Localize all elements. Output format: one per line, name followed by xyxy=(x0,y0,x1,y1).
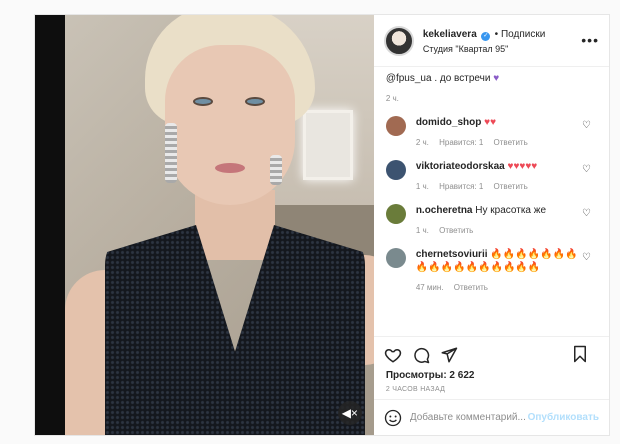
comment-composer: Опубликовать xyxy=(373,399,609,435)
post-actions xyxy=(373,336,609,372)
author-username[interactable]: kekeliavera xyxy=(423,29,477,40)
right-earring xyxy=(270,155,282,185)
left-earring xyxy=(165,123,177,183)
comment-item: domido_shop ♥♥ 2 ч. Нравится: 1 Ответить… xyxy=(385,116,597,147)
share-icon[interactable] xyxy=(440,346,458,364)
heart-emoji-icon: ♥♥♥♥♥ xyxy=(507,161,538,172)
follow-status-label: Подписки xyxy=(500,28,546,40)
comment-item: chernetsoviurii 🔥🔥🔥🔥🔥🔥🔥🔥🔥🔥🔥🔥🔥🔥🔥🔥🔥 47 мин… xyxy=(385,248,597,292)
comment-username[interactable]: chernetsoviurii xyxy=(416,249,488,260)
more-options-icon[interactable]: ••• xyxy=(581,33,599,47)
comment-likes[interactable]: Нравится: 1 xyxy=(439,138,483,147)
like-comment-icon[interactable]: ♡ xyxy=(582,252,591,263)
reply-button[interactable]: Ответить xyxy=(494,138,528,147)
comment-username[interactable]: viktoriateodorskaa xyxy=(416,161,505,172)
comment-time[interactable]: 2 ч. xyxy=(416,138,429,147)
like-icon[interactable] xyxy=(384,346,402,364)
comment-username[interactable]: domido_shop xyxy=(416,117,482,128)
comment-time[interactable]: 1 ч. xyxy=(416,182,429,191)
left-eye xyxy=(193,97,213,106)
bookmark-icon[interactable] xyxy=(571,345,589,363)
right-eye xyxy=(245,97,265,106)
smile-icon[interactable] xyxy=(384,409,402,427)
post-sidebar: kekeliavera ✓ • Подписки Студия "Квартал… xyxy=(373,15,609,435)
reply-button[interactable]: Ответить xyxy=(494,182,528,191)
reply-button[interactable]: Ответить xyxy=(454,283,488,292)
comment-avatar[interactable] xyxy=(385,204,406,224)
caption-tail: @fpus_ua . до встречи ♥ xyxy=(386,73,597,84)
comment-avatar[interactable] xyxy=(385,248,406,268)
like-comment-icon[interactable]: ♡ xyxy=(582,120,591,131)
publish-button[interactable]: Опубликовать xyxy=(528,412,599,423)
post-photo[interactable] xyxy=(65,15,374,435)
comment-icon[interactable] xyxy=(412,346,430,364)
comment-input[interactable] xyxy=(409,412,530,423)
post-modal: ◀× kekeliavera ✓ • Подписки Студия "Квар… xyxy=(34,14,610,436)
follow-status-button[interactable]: • Подписки xyxy=(495,29,546,40)
comment-avatar[interactable] xyxy=(385,160,406,180)
author-info: kekeliavera ✓ • Подписки Студия "Квартал… xyxy=(423,26,545,56)
comment-item: viktoriateodorskaa ♥♥♥♥♥ 1 ч. Нравится: … xyxy=(385,160,597,191)
comment-likes[interactable]: Нравится: 1 xyxy=(439,182,483,191)
author-avatar[interactable] xyxy=(383,25,414,56)
like-comment-icon[interactable]: ♡ xyxy=(582,208,591,219)
comment-username[interactable]: n.ocheretna xyxy=(416,205,473,216)
post-location[interactable]: Студия "Квартал 95" xyxy=(423,42,545,56)
background-mirror xyxy=(303,110,353,180)
post-media[interactable]: ◀× xyxy=(35,15,374,435)
post-header: kekeliavera ✓ • Подписки Студия "Квартал… xyxy=(373,15,609,67)
sound-off-icon[interactable]: ◀× xyxy=(337,401,362,425)
heart-emoji-icon: ♥♥ xyxy=(484,117,497,128)
reply-button[interactable]: Ответить xyxy=(439,226,473,235)
comment-avatar[interactable] xyxy=(385,116,406,136)
comment-time[interactable]: 47 мин. xyxy=(416,283,444,292)
screen: ◀× kekeliavera ✓ • Подписки Студия "Квар… xyxy=(0,0,620,444)
lips xyxy=(215,163,245,173)
caption-time: 2 ч. xyxy=(385,94,399,103)
media-letterbox xyxy=(35,15,65,435)
like-comment-icon[interactable]: ♡ xyxy=(582,164,591,175)
verified-badge-icon: ✓ xyxy=(481,31,491,41)
comments-list: @fpus_ua . до встречи ♥ 2 ч. domido_shop… xyxy=(374,67,609,336)
comment-item: n.ocheretna Ну красотка же 1 ч. Ответить… xyxy=(385,204,597,235)
purple-heart-icon: ♥ xyxy=(493,73,500,84)
comment-text: Ну красотка же xyxy=(475,205,546,216)
post-timestamp[interactable]: 2 ЧАСОВ НАЗАД xyxy=(374,386,609,393)
comment-time[interactable]: 1 ч. xyxy=(416,226,429,235)
caption-text: @fpus_ua . до встречи xyxy=(385,73,491,84)
